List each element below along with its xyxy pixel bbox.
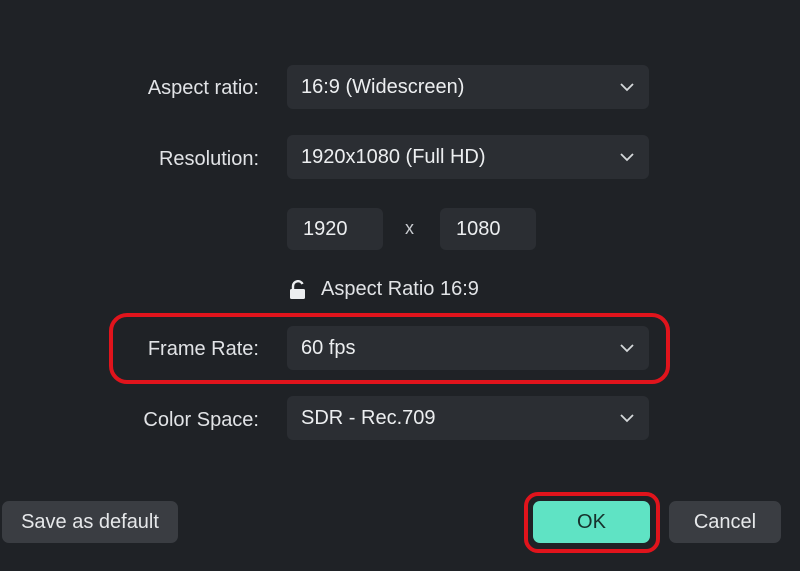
resolution-value: 1920x1080 (Full HD) [301, 145, 486, 168]
chevron-down-icon [619, 410, 635, 426]
width-input[interactable]: 1920 [287, 208, 383, 250]
chevron-down-icon [619, 79, 635, 95]
resolution-dropdown[interactable]: 1920x1080 (Full HD) [287, 135, 649, 179]
frame-rate-value: 60 fps [301, 336, 356, 359]
frame-rate-label: Frame Rate: [147, 338, 259, 360]
aspect-lock-text: Aspect Ratio 16:9 [321, 278, 479, 300]
chevron-down-icon [619, 149, 635, 165]
color-space-value: SDR - Rec.709 [301, 406, 436, 429]
chevron-down-icon [619, 340, 635, 356]
aspect-ratio-dropdown[interactable]: 16:9 (Widescreen) [287, 65, 649, 109]
project-settings-dialog: Aspect ratio: 16:9 (Widescreen) Resoluti… [0, 0, 800, 571]
unlock-icon[interactable] [289, 279, 307, 300]
aspect-lock-row: Aspect Ratio 16:9 [289, 278, 479, 301]
color-space-dropdown[interactable]: SDR - Rec.709 [287, 396, 649, 440]
frame-rate-dropdown[interactable]: 60 fps [287, 326, 649, 370]
cancel-button[interactable]: Cancel [669, 501, 781, 543]
resolution-label: Resolution: [158, 148, 259, 170]
height-input[interactable]: 1080 [440, 208, 536, 250]
aspect-ratio-label: Aspect ratio: [147, 77, 259, 99]
aspect-ratio-value: 16:9 (Widescreen) [301, 75, 465, 98]
ok-button[interactable]: OK [533, 501, 650, 543]
color-space-label: Color Space: [143, 409, 259, 431]
save-as-default-button[interactable]: Save as default [2, 501, 178, 543]
dimension-separator: x [405, 218, 414, 238]
